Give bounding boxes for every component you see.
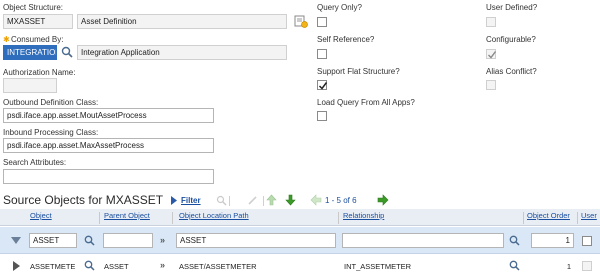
checkmark-icon <box>488 51 497 59</box>
collapse-row-icon[interactable] <box>11 237 21 245</box>
next-page-icon[interactable] <box>377 194 389 206</box>
consumed-by-field[interactable]: INTEGRATION <box>3 45 57 60</box>
row-location-path-cell: ASSET/ASSETMETER <box>179 262 257 271</box>
row-relationship-cell: INT_ASSETMETER <box>344 262 412 271</box>
authorization-name-field[interactable] <box>3 78 57 93</box>
search-icon[interactable] <box>509 235 520 246</box>
search-attributes-field[interactable] <box>3 169 214 184</box>
filter-link[interactable]: Filter <box>181 196 201 205</box>
outbound-definition-class-field[interactable]: psdi.iface.app.asset.MoutAssetProcess <box>3 108 214 123</box>
configurable-label: Configurable? <box>486 35 536 44</box>
clear-filter-icon[interactable] <box>247 195 258 206</box>
toolbar-divider <box>263 196 264 206</box>
column-header-relationship[interactable]: Relationship <box>343 211 384 225</box>
checkmark-icon <box>318 82 328 90</box>
move-up-icon[interactable] <box>266 194 277 206</box>
required-star-icon: ✱ <box>3 35 10 44</box>
self-reference-checkbox[interactable] <box>317 49 327 59</box>
column-separator <box>523 212 524 224</box>
query-only-label: Query Only? <box>317 3 362 12</box>
search-icon[interactable] <box>61 46 73 58</box>
outbound-definition-class-label: Outbound Definition Class: <box>3 98 99 107</box>
column-header-object-location-path[interactable]: Object Location Path <box>179 211 249 225</box>
filter-arrow-icon[interactable] <box>170 196 178 205</box>
column-separator <box>338 212 339 224</box>
filter-user-checkbox[interactable] <box>582 236 592 246</box>
previous-page-icon[interactable] <box>310 194 322 206</box>
double-chevron-icon: » <box>160 260 166 270</box>
row-object-cell: ASSETMETE <box>30 262 76 271</box>
configurable-checkbox <box>486 49 497 59</box>
user-defined-label: User Defined? <box>486 3 538 12</box>
row-parent-object-cell: ASSET <box>104 262 129 271</box>
column-header-parent-object[interactable]: Parent Object <box>104 211 150 225</box>
filter-object-input[interactable]: ASSET <box>29 233 77 248</box>
double-chevron-icon: » <box>160 235 166 245</box>
search-icon[interactable] <box>509 260 520 271</box>
column-header-object-order[interactable]: Object Order <box>527 211 570 225</box>
expand-row-icon[interactable] <box>13 261 21 271</box>
support-flat-structure-label: Support Flat Structure? <box>317 67 400 76</box>
object-structure-label: Object Structure: <box>3 3 64 12</box>
column-separator <box>99 212 100 224</box>
consumed-by-description-field[interactable]: Integration Application <box>77 45 287 60</box>
alias-conflict-label: Alias Conflict? <box>486 67 537 76</box>
source-objects-title: Source Objects for MXASSET <box>3 193 164 207</box>
alias-conflict-checkbox <box>486 80 496 90</box>
load-query-from-all-apps-label: Load Query From All Apps? <box>317 98 415 107</box>
new-row-icon[interactable] <box>294 14 308 28</box>
row-object-order-cell: 1 <box>566 262 571 271</box>
move-down-icon[interactable] <box>285 194 296 206</box>
find-icon[interactable] <box>216 195 227 206</box>
column-header-object[interactable]: Object <box>30 211 52 225</box>
row-user-checkbox <box>582 261 592 271</box>
authorization-name-label: Authorization Name: <box>3 68 76 77</box>
filter-parent-object-input[interactable] <box>103 233 153 248</box>
search-icon[interactable] <box>84 260 95 271</box>
pagination-text: 1 - 5 of 6 <box>325 196 357 205</box>
inbound-processing-class-label: Inbound Processing Class: <box>3 128 99 137</box>
column-header-user[interactable]: User <box>581 211 597 225</box>
inbound-processing-class-field[interactable]: psdi.iface.app.asset.MaxAssetProcess <box>3 138 214 153</box>
table-header-bar <box>0 209 600 226</box>
search-attributes-label: Search Attributes: <box>3 158 67 167</box>
column-separator <box>172 212 173 224</box>
support-flat-structure-checkbox[interactable] <box>317 80 328 90</box>
user-defined-checkbox <box>486 17 496 27</box>
search-icon[interactable] <box>84 235 95 246</box>
toolbar-divider <box>229 196 230 206</box>
object-structure-description-field[interactable]: Asset Definition <box>77 14 287 29</box>
filter-relationship-input[interactable] <box>342 233 504 248</box>
object-structure-field[interactable]: MXASSET <box>3 14 73 29</box>
column-separator <box>577 212 578 224</box>
query-only-checkbox[interactable] <box>317 17 327 27</box>
load-query-from-all-apps-checkbox[interactable] <box>317 111 327 121</box>
filter-object-order-input[interactable]: 1 <box>531 233 574 248</box>
self-reference-label: Self Reference? <box>317 35 375 44</box>
filter-location-path-input[interactable]: ASSET <box>176 233 336 248</box>
consumed-by-label: Consumed By: <box>11 35 64 44</box>
